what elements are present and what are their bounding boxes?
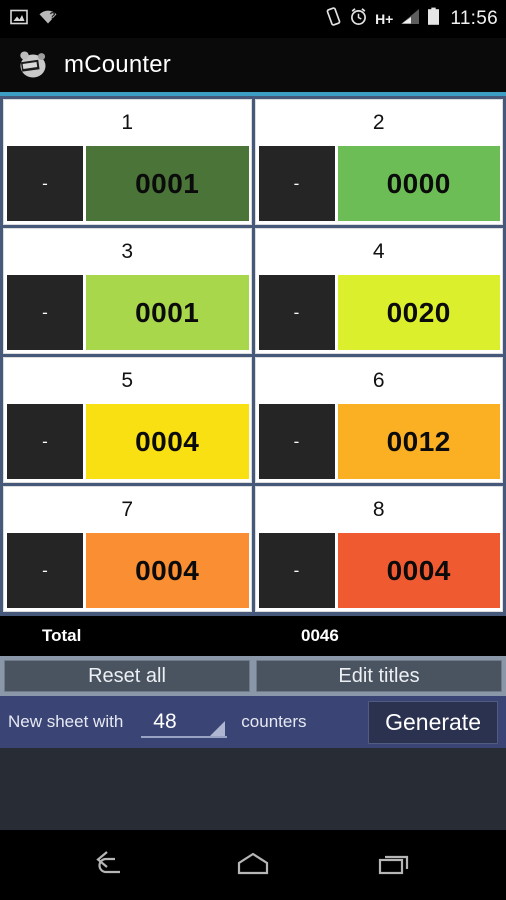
counter-count-spinner[interactable]: 48 bbox=[139, 702, 228, 742]
counter-body: -0000 bbox=[256, 146, 503, 224]
generate-button[interactable]: Generate bbox=[368, 700, 498, 744]
counter-cell: 3-0001 bbox=[3, 228, 252, 354]
counter-increment-value[interactable]: 0012 bbox=[337, 404, 500, 479]
counters-grid: 1-0001 2-0000 3-0001 4-0020 5-0004 6-0012 7-00… bbox=[0, 96, 506, 616]
counter-body: -0012 bbox=[256, 404, 503, 482]
counter-count-value: 48 bbox=[153, 710, 177, 733]
counter-increment-value[interactable]: 0000 bbox=[337, 146, 500, 221]
new-sheet-label: New sheet with bbox=[8, 712, 124, 731]
alarm-icon bbox=[349, 7, 368, 31]
counter-body: -0020 bbox=[256, 275, 503, 353]
network-type-label: H+ bbox=[375, 11, 394, 27]
svg-text:?: ? bbox=[50, 11, 56, 22]
signal-icon bbox=[400, 8, 420, 30]
image-icon bbox=[10, 8, 28, 31]
mcounter-app-icon bbox=[16, 46, 50, 85]
action-button-row: Reset all Edit titles bbox=[0, 656, 506, 696]
total-label: Total bbox=[42, 626, 82, 645]
counter-cell: 2-0000 bbox=[254, 99, 503, 225]
action-bar: mCounter bbox=[0, 38, 506, 92]
status-bar-clock: 11:56 bbox=[450, 8, 498, 29]
back-button[interactable] bbox=[71, 840, 151, 888]
home-button[interactable] bbox=[213, 840, 293, 888]
recents-button[interactable] bbox=[355, 840, 435, 888]
counter-increment-value[interactable]: 0020 bbox=[337, 275, 500, 350]
counter-body: -0004 bbox=[256, 533, 503, 611]
counter-cell: 7-0004 bbox=[3, 486, 252, 612]
counter-decrement-button[interactable]: - bbox=[7, 533, 83, 608]
counter-increment-value[interactable]: 0001 bbox=[86, 275, 249, 350]
counter-increment-value[interactable]: 0004 bbox=[86, 533, 249, 608]
counter-body: -0001 bbox=[4, 146, 251, 224]
counter-title: 4 bbox=[255, 229, 502, 275]
system-navigation-bar bbox=[0, 830, 506, 898]
counter-title: 5 bbox=[4, 358, 251, 404]
counters-label: counters bbox=[241, 712, 307, 731]
battery-icon bbox=[427, 7, 440, 31]
counter-decrement-button[interactable]: - bbox=[258, 275, 335, 350]
counter-title: 2 bbox=[255, 100, 502, 146]
counter-decrement-button[interactable]: - bbox=[258, 404, 335, 479]
status-bar: ? H+ 11:56 bbox=[0, 0, 506, 38]
counter-cell: 5-0004 bbox=[3, 357, 252, 483]
counter-decrement-button[interactable]: - bbox=[7, 404, 83, 479]
counter-cell: 6-0012 bbox=[254, 357, 503, 483]
total-value: 0046 bbox=[301, 626, 339, 645]
total-bar: Total 0046 bbox=[0, 616, 506, 656]
counter-title: 1 bbox=[4, 100, 251, 146]
counter-body: -0004 bbox=[4, 533, 251, 611]
counter-title: 7 bbox=[4, 487, 251, 533]
counter-decrement-button[interactable]: - bbox=[7, 275, 83, 350]
counter-increment-value[interactable]: 0004 bbox=[86, 404, 249, 479]
empty-area bbox=[0, 748, 506, 830]
counter-cell: 1-0001 bbox=[3, 99, 252, 225]
counter-increment-value[interactable]: 0004 bbox=[337, 533, 500, 608]
counter-title: 8 bbox=[255, 487, 502, 533]
hplus-icon: H+ bbox=[375, 12, 393, 26]
app-title: mCounter bbox=[64, 51, 171, 78]
counter-cell: 4-0020 bbox=[254, 228, 503, 354]
counter-decrement-button[interactable]: - bbox=[7, 146, 83, 221]
vibrate-icon bbox=[325, 7, 342, 31]
counter-increment-value[interactable]: 0001 bbox=[86, 146, 249, 221]
counter-cell: 8-0004 bbox=[254, 486, 503, 612]
sheet-generator-row: New sheet with 48 counters Generate bbox=[0, 696, 506, 748]
counter-body: -0001 bbox=[4, 275, 251, 353]
spinner-underline bbox=[141, 736, 228, 738]
counter-title: 6 bbox=[255, 358, 502, 404]
status-bar-left-icons: ? bbox=[10, 8, 58, 31]
edit-titles-button[interactable]: Edit titles bbox=[256, 660, 502, 692]
phone-screen: ? H+ 11:56 mCounter 1 - 0001 2 - 0000 3 … bbox=[0, 0, 506, 900]
counter-title: 3 bbox=[4, 229, 251, 275]
counter-decrement-button[interactable]: - bbox=[258, 533, 335, 608]
chevron-down-icon bbox=[210, 721, 226, 736]
status-bar-right-icons: H+ 11:56 bbox=[325, 7, 498, 31]
counter-body: -0004 bbox=[4, 404, 251, 482]
counter-decrement-button[interactable]: - bbox=[258, 146, 335, 221]
reset-all-button[interactable]: Reset all bbox=[4, 660, 250, 692]
wifi-question-icon: ? bbox=[38, 8, 58, 31]
